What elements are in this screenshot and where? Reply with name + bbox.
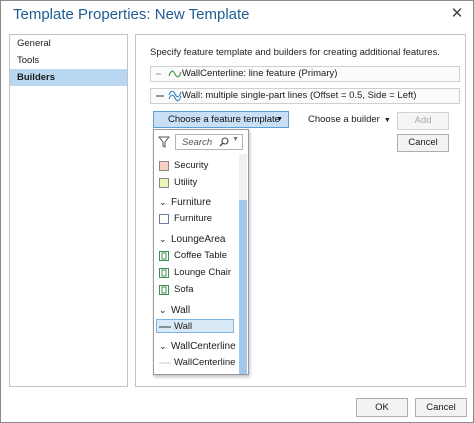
sidebar-item-tools[interactable]: Tools (10, 52, 127, 69)
list-item-label: Coffee Table (174, 250, 227, 261)
panel-cancel-button[interactable]: Cancel (397, 134, 449, 152)
list-item-label: Lounge Chair (174, 267, 232, 278)
add-button[interactable]: Add (397, 112, 449, 130)
group-label: Wall (171, 305, 191, 316)
line-icon (159, 362, 171, 364)
choose-builder-label: Choose a builder (308, 114, 380, 125)
cancel-button[interactable]: Cancel (415, 398, 467, 417)
chevron-down-icon: ▼ (276, 116, 283, 123)
search-input[interactable]: Search ▼ (175, 134, 243, 150)
list-item-label: WallCenterline (174, 357, 236, 368)
sidebar-item-general[interactable]: General (10, 35, 127, 52)
chevron-down-icon: ⌄ (159, 305, 167, 315)
list-item-wall[interactable]: Wall (156, 319, 234, 333)
feature-point-icon (159, 268, 169, 278)
template-row-wallcenterline[interactable]: WallCenterline: line feature (Primary) (150, 66, 460, 82)
list-item-label: Security (174, 160, 209, 171)
choose-template-button[interactable]: Choose a feature template ▼ (153, 111, 289, 128)
dialog-window: Template Properties: New Template ✕ Gene… (0, 0, 474, 423)
filter-icon[interactable] (158, 136, 170, 148)
list-item-utility[interactable]: Utility (157, 176, 237, 190)
list-item-label: Wall (174, 321, 193, 332)
list-item-label: Utility (174, 177, 198, 188)
group-label: WallCenterline (171, 341, 236, 352)
color-swatch (159, 161, 169, 171)
sidebar-item-builders[interactable]: Builders (10, 69, 127, 86)
search-placeholder: Search (182, 137, 213, 148)
color-swatch (159, 178, 169, 188)
group-header-wall[interactable]: ⌄ Wall (157, 303, 239, 318)
list-item-security[interactable]: Security (157, 159, 237, 173)
choose-template-label: Choose a feature template (168, 114, 280, 125)
panel-description: Specify feature template and builders fo… (150, 47, 440, 58)
line-feature-icon (156, 70, 182, 78)
scrollbar-thumb[interactable] (239, 200, 247, 374)
feature-point-icon (159, 251, 169, 261)
chevron-down-icon: ⌄ (159, 197, 167, 207)
group-header-wallcenterline[interactable]: ⌄ WallCenterline (157, 339, 239, 354)
ok-button[interactable]: OK (356, 398, 408, 417)
close-icon[interactable]: ✕ (448, 5, 466, 23)
list-item-label: Sofa (174, 284, 194, 295)
chevron-down-icon[interactable]: ▼ (232, 136, 239, 143)
list-item-coffee-table[interactable]: Coffee Table (157, 249, 237, 263)
feature-point-icon (159, 285, 169, 295)
template-row-wall[interactable]: Wall: multiple single-part lines (Offset… (150, 88, 460, 104)
group-label: LoungeArea (171, 234, 226, 245)
choose-builder-dropdown[interactable]: Choose a builder ▼ (308, 114, 391, 125)
template-row-label: WallCenterline: line feature (Primary) (182, 68, 338, 79)
chevron-down-icon: ⌄ (159, 234, 167, 244)
template-row-label: Wall: multiple single-part lines (Offset… (182, 90, 417, 101)
sidebar-nav: General Tools Builders (9, 34, 128, 387)
line-icon (159, 326, 171, 328)
list-item-furniture[interactable]: Furniture (157, 212, 237, 226)
list-item-sofa[interactable]: Sofa (157, 283, 237, 297)
dialog-title: Template Properties: New Template (13, 6, 250, 23)
search-icon[interactable] (219, 137, 229, 147)
group-header-furniture[interactable]: ⌄ Furniture (157, 195, 239, 210)
list-item-lounge-chair[interactable]: Lounge Chair (157, 266, 237, 280)
color-swatch (159, 214, 169, 224)
template-dropdown: Search ▼ Security Utility ⌄ Furniture Fu… (153, 129, 249, 375)
chevron-down-icon: ⌄ (159, 341, 167, 351)
chevron-down-icon: ▼ (383, 117, 391, 124)
group-header-loungearea[interactable]: ⌄ LoungeArea (157, 232, 239, 247)
list-item-label: Furniture (174, 213, 213, 224)
list-item-wallcenterline[interactable]: WallCenterline (157, 356, 237, 370)
group-label: Furniture (171, 197, 212, 208)
multi-line-icon (156, 90, 182, 102)
